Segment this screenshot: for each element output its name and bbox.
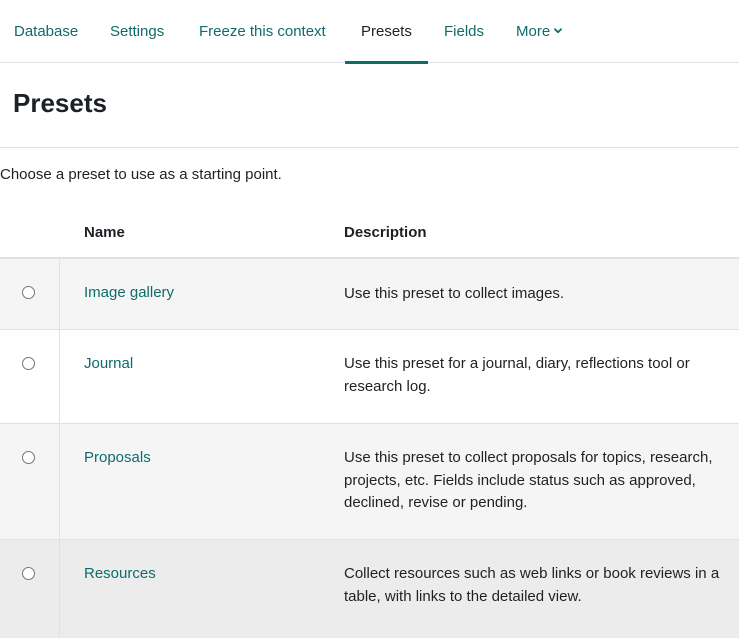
table-row: Image gallery Use this preset to collect… [0,259,739,330]
tab-freeze-this-context[interactable]: Freeze this context [199,0,326,63]
tab-more-dropdown[interactable]: More [516,0,563,63]
preset-name-link[interactable]: Proposals [84,449,151,466]
preset-name-link[interactable]: Journal [84,355,133,372]
preset-radio-journal[interactable] [22,357,35,370]
row-select-cell [0,259,60,329]
chevron-down-icon [554,28,563,34]
tab-more-label: More [516,23,551,40]
table-row: Proposals Use this preset to collect pro… [0,424,739,540]
divider [0,147,739,148]
row-select-cell [0,424,60,539]
column-header-description: Description [344,224,427,241]
tab-fields[interactable]: Fields [444,0,484,63]
row-select-cell [0,540,60,638]
preset-description: Use this preset to collect images. [344,285,565,302]
column-header-name: Name [84,224,125,241]
preset-description: Collect resources such as web links or b… [344,565,720,605]
table-row: Journal Use this preset for a journal, d… [0,330,739,424]
preset-radio-proposals[interactable] [22,451,35,464]
preset-name-link[interactable]: Image gallery [84,284,174,301]
preset-description: Use this preset for a journal, diary, re… [344,355,690,395]
table-row: Resources Collect resources such as web … [0,540,739,638]
tab-presets[interactable]: Presets [345,0,428,64]
tab-settings[interactable]: Settings [110,0,164,63]
preset-radio-resources[interactable] [22,567,35,580]
page-title: Presets [13,88,107,118]
intro-text: Choose a preset to use as a starting poi… [0,166,282,183]
secondary-navigation: Database Settings Freeze this context Pr… [0,0,739,64]
preset-name-link[interactable]: Resources [84,565,156,582]
preset-description: Use this preset to collect proposals for… [344,449,713,511]
tab-database[interactable]: Database [14,0,78,63]
row-select-cell [0,330,60,423]
preset-radio-image-gallery[interactable] [22,286,35,299]
